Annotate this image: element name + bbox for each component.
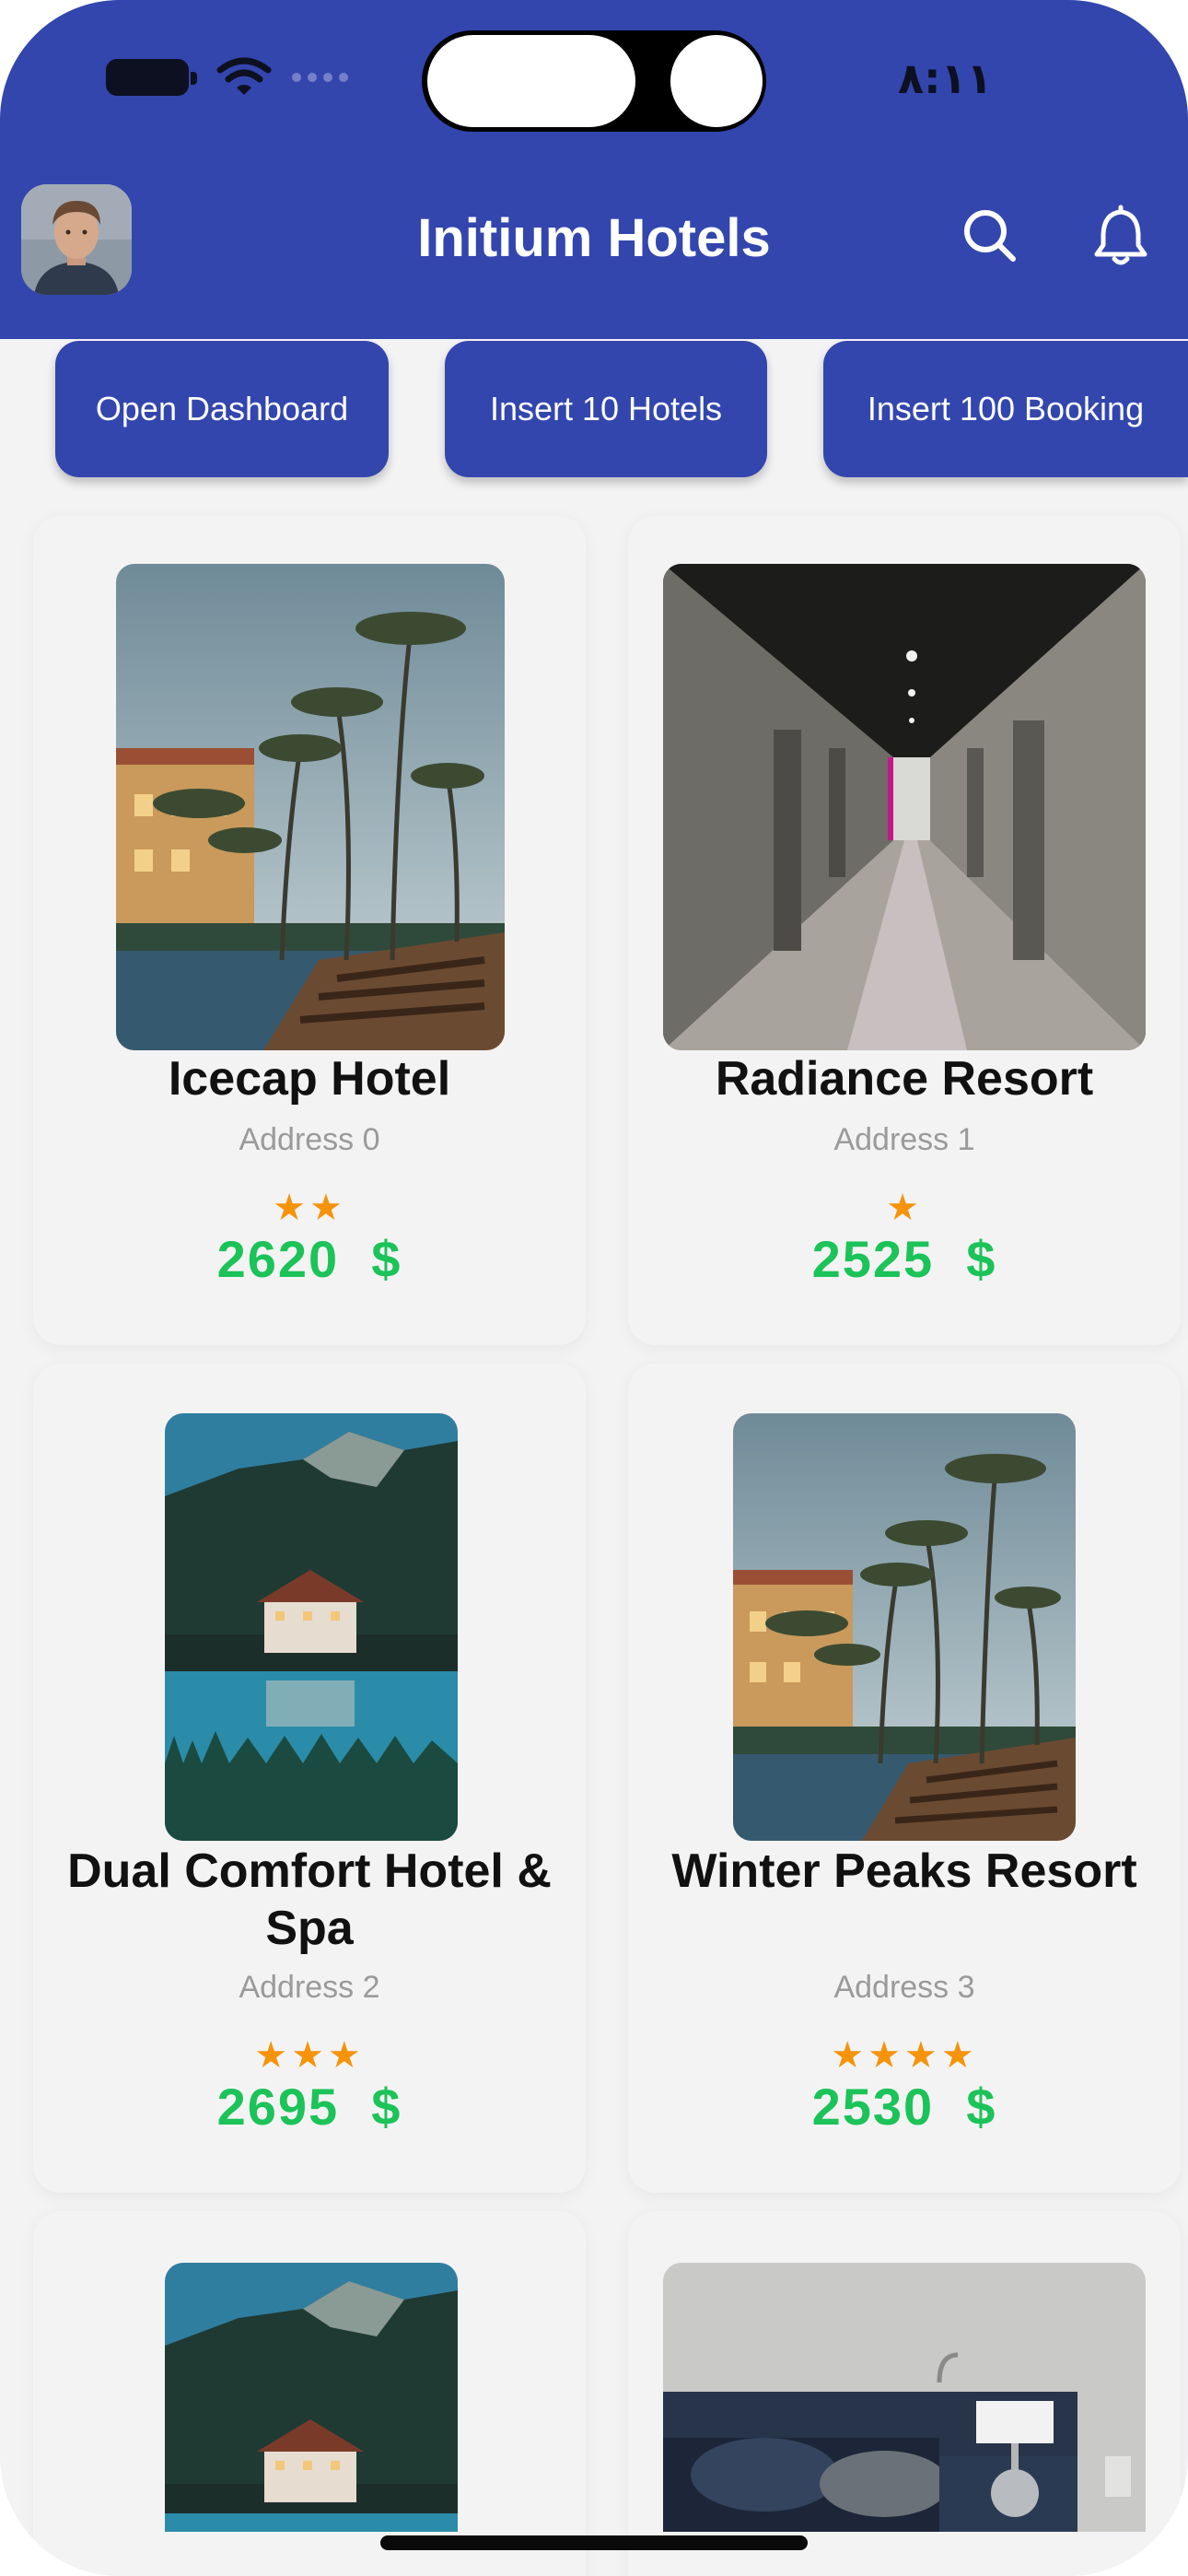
price-value: 2525 xyxy=(811,1230,935,1288)
price-value: 2530 xyxy=(811,2078,935,2136)
hotel-address: Address 0 xyxy=(239,1122,380,1157)
hotel-card[interactable]: Dual Comfort Hotel & Spa Address 2 ★★★ 2… xyxy=(33,1364,586,2193)
rating-stars: ★★★ xyxy=(254,2035,365,2076)
search-icon[interactable] xyxy=(958,205,1022,269)
hotel-name: Dual Comfort Hotel & Spa xyxy=(67,1844,552,1955)
rating-stars: ★★ xyxy=(273,1188,346,1228)
hotel-card[interactable]: Icecap Hotel Address 0 ★★ 2620 $ xyxy=(33,516,586,1345)
status-time: ٨:١١ xyxy=(898,53,993,103)
app-header: ٨:١١ Initium Hotels xyxy=(0,0,1188,339)
rating-stars: ★ xyxy=(886,1188,923,1228)
price-currency: $ xyxy=(966,2078,997,2136)
hotel-name: Icecap Hotel xyxy=(168,1052,451,1106)
price-currency: $ xyxy=(371,2078,402,2136)
bell-icon[interactable] xyxy=(1089,205,1153,269)
hotel-address: Address 2 xyxy=(239,1970,380,2005)
price-currency: $ xyxy=(966,1230,997,1288)
hotel-photo-lake xyxy=(165,2263,458,2532)
rating-stars: ★★★★ xyxy=(831,2035,978,2076)
hotel-card[interactable] xyxy=(628,2211,1181,2576)
price-value: 2620 xyxy=(216,1230,340,1288)
cellular-signal-icon xyxy=(292,73,348,82)
insert-hotels-button[interactable]: Insert 10 Hotels xyxy=(445,341,767,477)
insert-bookings-button[interactable]: Insert 100 Booking xyxy=(823,341,1188,477)
hotel-name: Winter Peaks Resort xyxy=(671,1844,1137,1898)
hotel-address: Address 3 xyxy=(833,1970,975,2005)
hotel-address: Address 1 xyxy=(833,1122,975,1157)
hotel-name: Radiance Resort xyxy=(715,1052,1094,1106)
hotel-price: 2695 $ xyxy=(33,2077,586,2137)
app-screen: ٨:١١ Initium Hotels Open Dashboard Inser… xyxy=(0,0,1188,2576)
open-dashboard-button[interactable]: Open Dashboard xyxy=(55,341,389,477)
hotel-card[interactable]: Winter Peaks Resort Address 3 ★★★★ 2530 … xyxy=(628,1364,1181,2193)
hotel-price: 2530 $ xyxy=(628,2077,1181,2137)
hotel-photo-bedroom xyxy=(663,2263,1146,2532)
price-value: 2695 xyxy=(216,2078,340,2136)
home-indicator[interactable] xyxy=(380,2535,808,2550)
hotel-card[interactable]: Radiance Resort Address 1 ★ 2525 $ xyxy=(628,516,1181,1345)
status-bar-left xyxy=(106,57,348,98)
hotel-card[interactable] xyxy=(33,2211,586,2576)
wifi-icon xyxy=(216,57,272,95)
hotel-photo-corridor xyxy=(663,564,1146,1050)
price-currency: $ xyxy=(371,1230,402,1288)
island-pill-shape xyxy=(427,35,635,127)
hotel-photo-lake xyxy=(165,1413,458,1841)
hotel-photo-pool xyxy=(733,1413,1076,1841)
hotel-photo-pool xyxy=(116,564,505,1050)
battery-icon xyxy=(106,59,197,96)
hotel-price: 2525 $ xyxy=(628,1229,1181,1289)
island-dot-shape xyxy=(670,35,763,127)
hotel-price: 2620 $ xyxy=(33,1229,586,1289)
